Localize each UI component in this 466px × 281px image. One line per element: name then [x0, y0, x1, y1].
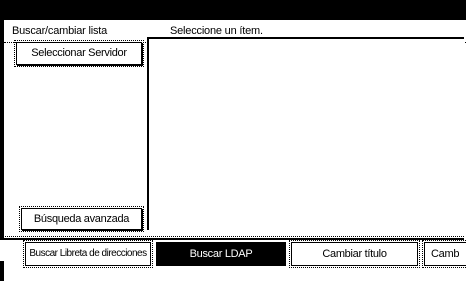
select-server-button[interactable]: Seleccionar Servidor	[14, 40, 144, 67]
tab-change-partial[interactable]: Camb	[422, 240, 466, 268]
item-list[interactable]	[147, 37, 464, 230]
tab-search-ldap[interactable]: Buscar LDAP	[156, 242, 286, 266]
instruction-message: Seleccione un ítem.	[170, 25, 263, 37]
tab-search-address-book[interactable]: Buscar Libreta de direcciones	[23, 240, 153, 268]
tabbar-divider	[2, 236, 464, 237]
screen-title: Buscar/cambiar lista	[12, 25, 108, 37]
advanced-search-button[interactable]: Búsqueda avanzada	[19, 206, 144, 232]
tab-change-title[interactable]: Cambiar título	[289, 240, 420, 268]
